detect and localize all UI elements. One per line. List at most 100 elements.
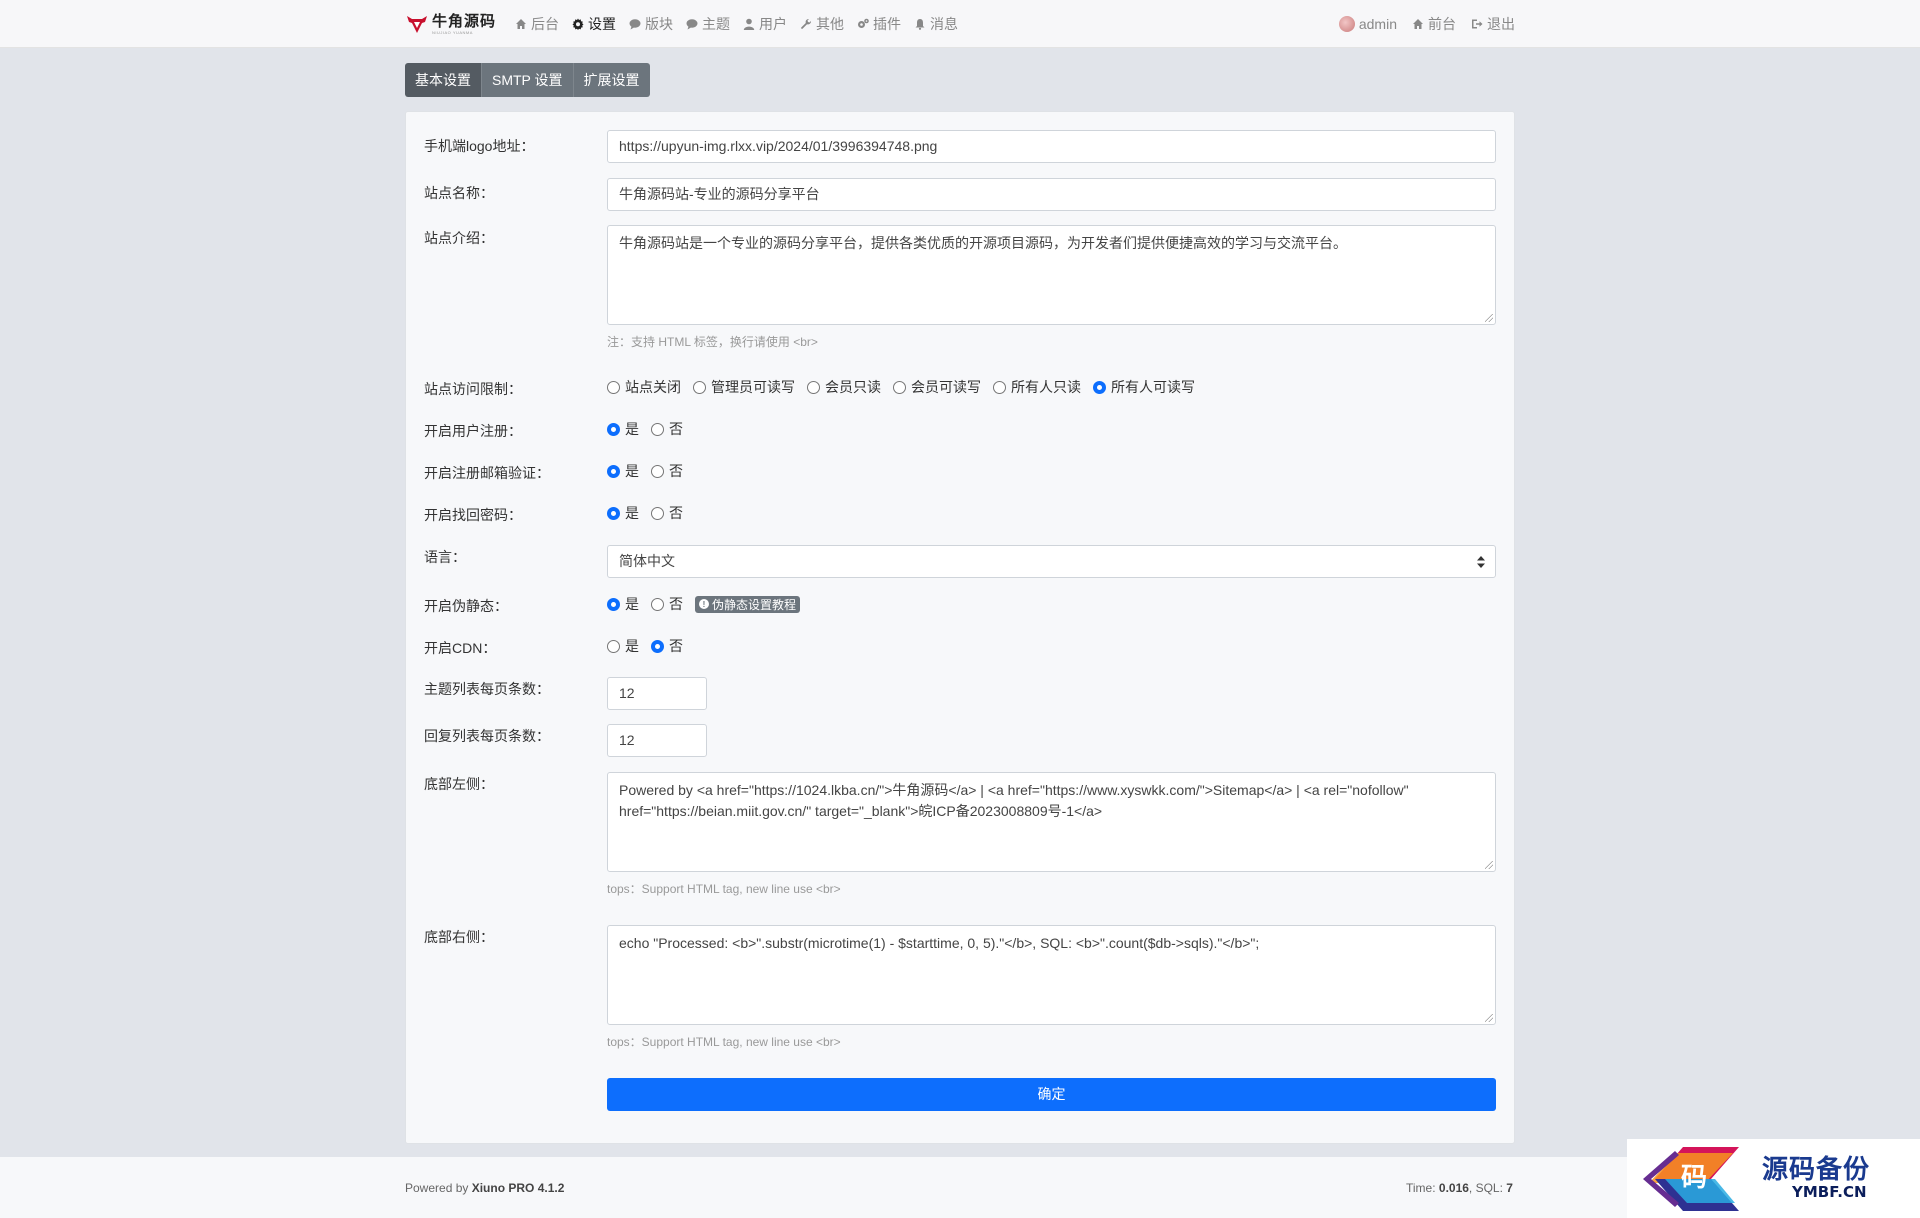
rewrite-tutorial-label: 伪静态设置教程 bbox=[712, 597, 797, 612]
radio-dot bbox=[607, 380, 620, 394]
radio-email-verify-yes[interactable]: 是 bbox=[607, 461, 639, 481]
nav-item-forums[interactable]: 版块 bbox=[628, 14, 673, 34]
submit-button[interactable]: 确定 bbox=[607, 1078, 1496, 1111]
user-register-radio-group: 是 否 bbox=[607, 419, 1496, 439]
radio-dot bbox=[651, 506, 664, 520]
nav-item-label: 消息 bbox=[930, 16, 959, 32]
gear-icon bbox=[571, 18, 584, 31]
watermark-logo-char: 码 bbox=[1681, 1163, 1708, 1193]
radio-rewrite-no[interactable]: 否 bbox=[651, 594, 683, 614]
find-password-radio-group: 是 否 bbox=[607, 503, 1496, 523]
footer-right-textarea[interactable]: echo "Processed: <b>".substr(microtime(1… bbox=[607, 925, 1496, 1025]
footer-left-textarea[interactable]: Powered by <a href="https://1024.lkba.cn… bbox=[607, 772, 1496, 872]
footer-powered-name[interactable]: Xiuno PRO 4.1.2 bbox=[472, 1181, 565, 1195]
field-thread-pagesize: 12 bbox=[607, 677, 1496, 710]
radio-register-no[interactable]: 否 bbox=[651, 419, 683, 439]
radio-access-closed[interactable]: 站点关闭 bbox=[607, 377, 681, 397]
radio-label: 所有人可读写 bbox=[1111, 379, 1195, 395]
radio-dot bbox=[693, 380, 706, 394]
footer-left-line1: Powered by <a href="https://1024.lkba.cn… bbox=[619, 782, 1409, 798]
radio-dot-checked bbox=[1093, 380, 1106, 394]
nav-item-messages[interactable]: 消息 bbox=[913, 14, 958, 34]
radio-label: 是 bbox=[625, 638, 639, 654]
radio-dot bbox=[607, 639, 620, 653]
footer-sql-value: 7 bbox=[1506, 1181, 1513, 1195]
bell-icon bbox=[913, 18, 926, 31]
nav-item-settings[interactable]: 设置 bbox=[571, 14, 616, 34]
radio-email-verify-no[interactable]: 否 bbox=[651, 461, 683, 481]
reply-pagesize-input[interactable]: 12 bbox=[607, 724, 707, 757]
radio-find-password-no[interactable]: 否 bbox=[651, 503, 683, 523]
site-intro-text: 牛角源码站是一个专业的源码分享平台，提供各类优质的开源项目源码，为开发者们提供便… bbox=[619, 235, 1347, 251]
resize-grip-icon[interactable] bbox=[1485, 861, 1493, 869]
nav-item-label: 用户 bbox=[759, 16, 788, 32]
radio-register-yes[interactable]: 是 bbox=[607, 419, 639, 439]
radio-find-password-yes[interactable]: 是 bbox=[607, 503, 639, 523]
field-cdn: 是 否 bbox=[607, 636, 1496, 656]
nav-item-label: 前台 bbox=[1428, 16, 1456, 32]
nav-item-label: 版块 bbox=[645, 16, 674, 32]
nav-item-front[interactable]: 前台 bbox=[1411, 14, 1456, 34]
nav-item-label: 插件 bbox=[873, 16, 902, 32]
radio-label: 否 bbox=[669, 421, 683, 437]
brand-name: 牛角源码 bbox=[432, 11, 497, 30]
radio-access-all-r[interactable]: 所有人只读 bbox=[993, 377, 1081, 397]
radio-label: 是 bbox=[625, 463, 639, 479]
nav-right: admin 前台 退出 bbox=[1325, 14, 1515, 34]
label-footer-right: 底部右侧： bbox=[424, 929, 494, 945]
label-email-verify: 开启注册邮箱验证： bbox=[424, 465, 550, 481]
field-access: 站点关闭 管理员可读写 会员只读 会员可读写 所有人只读 所有人可读写 bbox=[607, 377, 1496, 397]
radio-access-admin-rw[interactable]: 管理员可读写 bbox=[693, 377, 795, 397]
nav-item-label: 其他 bbox=[816, 16, 845, 32]
site-intro-textarea[interactable]: 牛角源码站是一个专业的源码分享平台，提供各类优质的开源项目源码，为开发者们提供便… bbox=[607, 225, 1496, 325]
field-footer-left: Powered by <a href="https://1024.lkba.cn… bbox=[607, 772, 1496, 897]
tab-extended[interactable]: 扩展设置 bbox=[572, 63, 650, 97]
nav-item-logout[interactable]: 退出 bbox=[1470, 14, 1515, 34]
bull-logo-icon bbox=[407, 16, 427, 33]
top-navbar: 牛角源码 NIUJIAO YUANMA 后台 设置 版块 主题 用户 其他 插件… bbox=[0, 0, 1920, 48]
radio-cdn-yes[interactable]: 是 bbox=[607, 636, 639, 656]
radio-access-all-rw[interactable]: 所有人可读写 bbox=[1093, 377, 1195, 397]
radio-dot bbox=[651, 422, 664, 436]
site-name-input[interactable]: 牛角源码站-专业的源码分享平台 bbox=[607, 178, 1496, 211]
field-language: 简体中文 bbox=[607, 545, 1496, 578]
watermark-sub: YMBF.CN bbox=[1792, 1183, 1867, 1201]
radio-label: 是 bbox=[625, 421, 639, 437]
brand-logo[interactable]: 牛角源码 NIUJIAO YUANMA bbox=[405, 13, 496, 35]
tab-smtp[interactable]: SMTP 设置 bbox=[481, 63, 573, 97]
nav-item-users[interactable]: 用户 bbox=[742, 14, 787, 34]
cdn-radio-group: 是 否 bbox=[607, 636, 1496, 656]
label-language: 语言： bbox=[424, 549, 466, 565]
nav-item-admin[interactable]: 后台 bbox=[514, 14, 559, 34]
radio-dot-checked bbox=[607, 506, 620, 520]
rewrite-tutorial-link[interactable]: ! 伪静态设置教程 bbox=[695, 595, 801, 613]
footer-right-hint: tops：Support HTML tag, new line use <br> bbox=[607, 1035, 841, 1049]
field-mobile-logo: https://upyun-img.rlxx.vip/2024/01/39963… bbox=[607, 130, 1496, 163]
language-selected-value: 简体中文 bbox=[619, 553, 675, 569]
radio-access-member-r[interactable]: 会员只读 bbox=[807, 377, 881, 397]
nav-item-threads[interactable]: 主题 bbox=[685, 14, 730, 34]
resize-grip-icon[interactable] bbox=[1485, 314, 1493, 322]
tab-basic[interactable]: 基本设置 bbox=[405, 63, 481, 97]
mobile-logo-input[interactable]: https://upyun-img.rlxx.vip/2024/01/39963… bbox=[607, 130, 1496, 163]
radio-cdn-no[interactable]: 否 bbox=[651, 636, 683, 656]
watermark: 码 源码备份 YMBF.CN bbox=[1627, 1139, 1920, 1218]
radio-dot bbox=[651, 464, 664, 478]
footer-powered: Powered by Xiuno PRO 4.1.2 bbox=[405, 1181, 564, 1195]
footer-stats: Time: 0.016, SQL: 7 bbox=[1406, 1181, 1513, 1195]
nav-item-other[interactable]: 其他 bbox=[799, 14, 844, 34]
field-footer-right: echo "Processed: <b>".substr(microtime(1… bbox=[607, 925, 1496, 1050]
language-select[interactable]: 简体中文 bbox=[607, 545, 1496, 578]
select-arrows-icon bbox=[1477, 556, 1485, 568]
field-site-name: 牛角源码站-专业的源码分享平台 bbox=[607, 178, 1496, 211]
radio-access-member-rw[interactable]: 会员可读写 bbox=[893, 377, 981, 397]
radio-rewrite-yes[interactable]: 是 bbox=[607, 594, 639, 614]
resize-grip-icon[interactable] bbox=[1485, 1014, 1493, 1022]
radio-dot-checked bbox=[607, 464, 620, 478]
footer-left-line2: href="https://beian.miit.gov.cn/" target… bbox=[619, 803, 1103, 819]
nav-user-admin[interactable]: admin bbox=[1338, 16, 1397, 32]
nav-item-plugins[interactable]: 插件 bbox=[856, 14, 901, 34]
thread-pagesize-input[interactable]: 12 bbox=[607, 677, 707, 710]
label-find-password: 开启找回密码： bbox=[424, 507, 522, 523]
label-mobile-logo: 手机端logo地址： bbox=[424, 138, 535, 154]
